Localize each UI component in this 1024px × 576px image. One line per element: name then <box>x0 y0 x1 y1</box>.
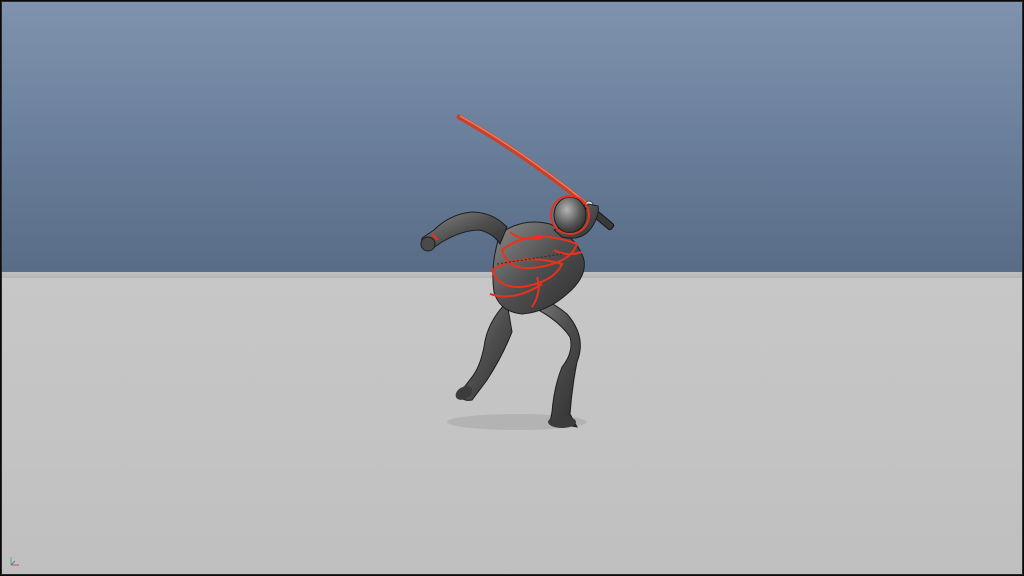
right-leg[interactable] <box>521 293 581 428</box>
right-foot[interactable] <box>548 416 576 428</box>
axis-gizmo-icon <box>10 557 19 566</box>
head[interactable] <box>553 196 587 234</box>
3d-viewport[interactable] <box>1 1 1023 575</box>
left-leg[interactable] <box>458 300 513 401</box>
katana-blade[interactable] <box>456 114 590 208</box>
character-body[interactable] <box>420 196 599 428</box>
left-hand[interactable] <box>420 236 436 252</box>
character-scene <box>420 114 615 430</box>
